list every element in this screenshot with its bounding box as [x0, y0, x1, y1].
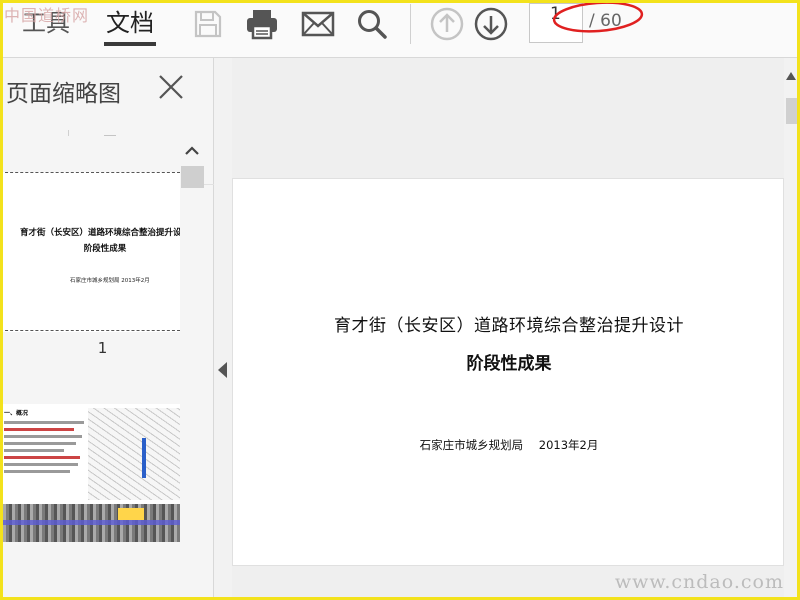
document-footer: 石家庄市城乡规划局 2013年2月 [233, 437, 784, 453]
document-date: 2013年2月 [538, 438, 599, 452]
thumbnail-page-2[interactable]: 一、概况 [0, 404, 180, 542]
collapse-arrow-icon[interactable] [218, 362, 227, 378]
map-route [142, 438, 146, 478]
search-icon [358, 10, 387, 39]
watermark-bottom-right: www.cndao.com [614, 571, 784, 593]
annotation-ellipse [552, 1, 644, 33]
next-page-button[interactable] [471, 4, 511, 44]
scroll-up-icon[interactable] [786, 72, 796, 80]
text-line [4, 428, 74, 431]
document-scroll-thumb[interactable] [786, 98, 797, 124]
thumbnail-footer: 石家庄市城乡规划局 2013年2月 [70, 278, 150, 284]
next-page-icon [474, 7, 508, 41]
email-button[interactable] [298, 4, 338, 44]
thumbnail-heading: 一、概况 [4, 410, 29, 417]
thumbnail-scrollbar[interactable] [180, 136, 204, 542]
thumbnail-subtitle: 阶段性成果 [83, 244, 127, 254]
thumbnail-selection-edge [0, 330, 180, 331]
print-icon [247, 10, 277, 40]
thumbnail-page-1[interactable]: 育才街（长安区）道路环境综合整治提升设计 阶段性成果 石家庄市城乡规划局 201… [0, 172, 180, 332]
top-toolbar: 工具 文档 1 / 60 [0, 0, 800, 58]
previous-page-icon [430, 7, 464, 41]
text-line [4, 442, 76, 445]
previous-page-button[interactable] [427, 4, 467, 44]
toolbar-divider [410, 4, 411, 44]
text-line [4, 449, 64, 452]
search-button[interactable] [352, 4, 392, 44]
text-line [4, 421, 84, 424]
document-organization: 石家庄市城乡规划局 [419, 438, 524, 452]
close-icon[interactable] [156, 72, 186, 102]
document-subtitle: 阶段性成果 [466, 354, 552, 374]
text-line [4, 435, 82, 438]
thumbnail-title: 育才街（长安区）道路环境综合整治提升设计 [19, 228, 180, 238]
chevron-up-icon[interactable] [180, 140, 204, 162]
thumbnail-scroll-thumb[interactable] [181, 166, 204, 188]
watermark-top-left: 中国道桥网 [4, 6, 90, 25]
elevation-band [0, 520, 180, 525]
save-button[interactable] [188, 4, 228, 44]
document-title: 育才街（长安区）道路环境综合整治提升设计 [334, 316, 684, 336]
save-icon [194, 10, 222, 38]
thumbnail-map-image [88, 408, 180, 500]
print-button[interactable] [242, 4, 282, 44]
document-view: 育才街（长安区）道路环境综合整治提升设计 阶段性成果 石家庄市城乡规划局 201… [232, 58, 784, 600]
thumbnail-selection-edge [0, 172, 180, 173]
email-icon [301, 11, 335, 37]
thumbnail-list: 育才街（长安区）道路环境综合整治提升设计 阶段性成果 石家庄市城乡规划局 201… [0, 136, 180, 542]
document-page: 育才街（长安区）道路环境综合整治提升设计 阶段性成果 石家庄市城乡规划局 201… [232, 178, 784, 566]
thumbnail-street-elevation [0, 504, 180, 542]
text-line [4, 470, 70, 473]
panel-collapse-handle[interactable] [214, 58, 232, 600]
thumbnail-text-block: 一、概况 [4, 408, 88, 477]
thumbnail-page-number: 1 [97, 339, 108, 357]
elevation-label [118, 508, 144, 520]
text-line [4, 456, 80, 459]
text-line [4, 463, 78, 466]
document-scrollbar[interactable] [784, 58, 800, 600]
tab-document[interactable]: 文档 [104, 6, 156, 46]
panel-title: 页面缩略图 [6, 81, 121, 107]
